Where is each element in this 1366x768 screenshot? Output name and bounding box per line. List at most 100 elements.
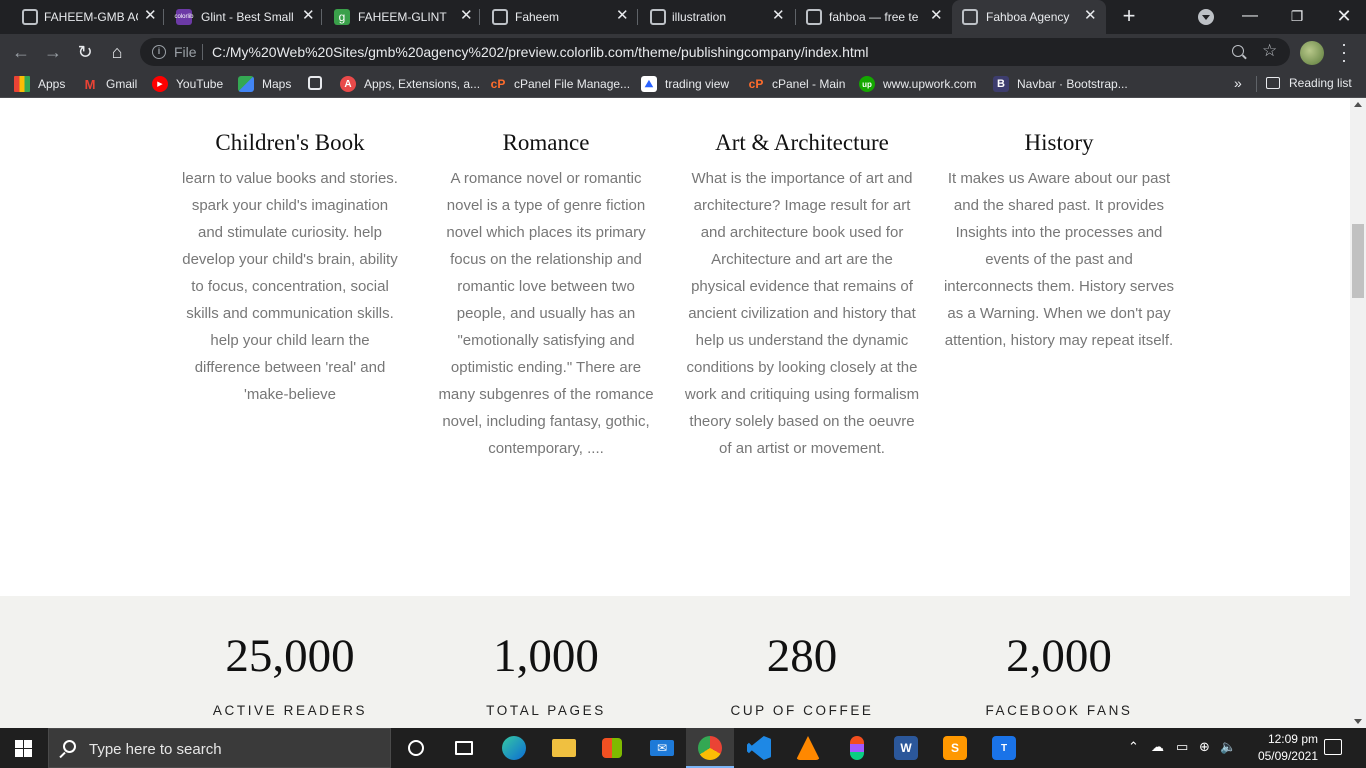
- word-icon[interactable]: W: [882, 728, 930, 768]
- bookmark-cpanel-file-manager[interactable]: cP cPanel File Manage...: [490, 76, 630, 92]
- close-icon[interactable]: ✕: [460, 8, 473, 24]
- close-icon[interactable]: ✕: [1084, 8, 1097, 24]
- bookmark-globe[interactable]: [308, 76, 330, 90]
- tab-faheem-glint[interactable]: g FAHEEM-GLINT ✕: [322, 0, 480, 34]
- tab-fahboa-free[interactable]: fahboa — free te ✕: [796, 0, 952, 34]
- chrome-icon[interactable]: [686, 728, 734, 768]
- cortana-icon[interactable]: [392, 728, 440, 768]
- minimize-button[interactable]: —: [1238, 4, 1262, 28]
- forward-arrow-icon[interactable]: →: [42, 41, 64, 63]
- category-title: Romance: [502, 130, 590, 155]
- edge-icon[interactable]: [490, 728, 538, 768]
- globe-icon: [650, 9, 666, 25]
- tab-illustration[interactable]: illustration ✕: [638, 0, 796, 34]
- home-icon[interactable]: ⌂: [106, 41, 128, 63]
- bookmark-cpanel-main[interactable]: cP cPanel - Main: [748, 76, 846, 92]
- typora-icon[interactable]: T: [980, 728, 1028, 768]
- bookmark-label: Maps: [262, 77, 292, 91]
- show-hidden-icons-chevron-icon[interactable]: ⌃: [1128, 739, 1139, 755]
- tab-search-icon[interactable]: [1198, 9, 1214, 25]
- stat-active-readers: 25,000 ACTIVE READERS: [160, 626, 420, 718]
- category-romance: Romance A romance novel or romantic nove…: [426, 128, 666, 462]
- zoom-icon[interactable]: [1232, 45, 1244, 57]
- bookmark-label: cPanel - Main: [772, 77, 846, 91]
- reload-icon[interactable]: ↻: [74, 41, 96, 63]
- sublime-text-icon[interactable]: S: [931, 728, 979, 768]
- battery-icon[interactable]: ▭: [1176, 739, 1188, 755]
- close-icon[interactable]: ✕: [144, 8, 157, 24]
- upwork-icon: up: [859, 76, 875, 92]
- stat-facebook-fans: 2,000 FACEBOOK FANS: [929, 626, 1189, 718]
- more-menu-icon[interactable]: · · ·: [1336, 35, 1352, 69]
- address-url[interactable]: C:/My%20Web%20Sites/gmb%20agency%202/pre…: [212, 44, 869, 60]
- vscode-icon[interactable]: [735, 728, 783, 768]
- close-icon[interactable]: ✕: [616, 8, 629, 24]
- bookmark-youtube[interactable]: ▶ YouTube: [152, 76, 223, 92]
- restore-button[interactable]: ❐: [1285, 4, 1309, 28]
- back-arrow-icon[interactable]: ←: [10, 41, 32, 63]
- bookmark-maps[interactable]: Maps: [238, 76, 291, 92]
- file-explorer-icon[interactable]: [540, 728, 588, 768]
- category-description: It makes us Aware about our past and the…: [943, 170, 1175, 349]
- close-window-button[interactable]: ✕: [1332, 4, 1356, 28]
- tab-glint[interactable]: colorlib Glint - Best Small ✕: [164, 0, 322, 34]
- reading-list-label: Reading list: [1289, 76, 1352, 90]
- page-scrollbar[interactable]: [1350, 98, 1366, 728]
- close-icon[interactable]: ✕: [930, 8, 943, 24]
- stat-label: FACEBOOK FANS: [985, 703, 1133, 718]
- tab-faheem[interactable]: Faheem ✕: [480, 0, 638, 34]
- category-description: A romance novel or romantic novel is a t…: [438, 170, 654, 457]
- glint-icon: g: [334, 9, 350, 25]
- stat-value: 2,000: [1006, 630, 1112, 682]
- bookmark-apps[interactable]: Apps: [14, 76, 65, 92]
- stat-label: CUP OF COFFEE: [730, 703, 874, 718]
- info-icon[interactable]: i: [152, 45, 166, 59]
- bookmark-bootstrap[interactable]: B Navbar · Bootstrap...: [993, 76, 1128, 92]
- globe-icon: [308, 76, 322, 90]
- bookmark-star-icon[interactable]: ☆: [1262, 41, 1277, 61]
- reading-list-icon: [1266, 77, 1280, 89]
- volume-icon[interactable]: 🔈: [1220, 739, 1236, 755]
- stat-value: 1,000: [493, 630, 599, 682]
- address-bar[interactable]: i File C:/My%20Web%20Sites/gmb%20agency%…: [140, 38, 1290, 66]
- profile-avatar[interactable]: [1300, 41, 1324, 65]
- tab-title: illustration: [672, 10, 727, 24]
- system-clock[interactable]: 12:09 pm 05/09/2021: [1238, 731, 1318, 765]
- bookmark-trading-view[interactable]: ⛰ trading view: [641, 76, 729, 92]
- scroll-up-arrow-icon[interactable]: [1354, 102, 1362, 107]
- taskbar-search-box[interactable]: Type here to search: [48, 728, 391, 768]
- reading-list-button[interactable]: Reading list: [1266, 76, 1352, 90]
- globe-icon: [22, 9, 38, 25]
- clock-time: 12:09 pm: [1267, 732, 1318, 746]
- microsoft-store-icon[interactable]: [588, 728, 636, 768]
- bookmarks-overflow-button[interactable]: »: [1234, 75, 1242, 91]
- category-art-architecture: Art & Architecture What is the importanc…: [682, 128, 922, 462]
- bookmark-label: www.upwork.com: [883, 77, 977, 91]
- tab-faheem-gmb[interactable]: FAHEEM-GMB AG ✕: [0, 0, 164, 34]
- close-icon[interactable]: ✕: [772, 8, 785, 24]
- bookmark-gmail[interactable]: M Gmail: [82, 76, 138, 92]
- windows-start-icon[interactable]: [15, 740, 32, 757]
- mail-icon[interactable]: ✉: [638, 728, 686, 768]
- scroll-down-arrow-icon[interactable]: [1354, 719, 1362, 724]
- close-icon[interactable]: ✕: [302, 8, 315, 24]
- network-globe-icon[interactable]: ⊕: [1199, 739, 1210, 755]
- stat-cup-of-coffee: 280 CUP OF COFFEE: [672, 626, 932, 718]
- stat-total-pages: 1,000 TOTAL PAGES: [416, 626, 676, 718]
- task-view-icon[interactable]: [440, 728, 488, 768]
- new-tab-button[interactable]: +: [1118, 5, 1140, 27]
- category-history: History It makes us Aware about our past…: [939, 128, 1179, 354]
- stat-label: TOTAL PAGES: [486, 703, 606, 718]
- onedrive-cloud-icon[interactable]: ☁: [1151, 739, 1164, 755]
- bookmark-upwork[interactable]: up www.upwork.com: [859, 76, 976, 92]
- scroll-thumb[interactable]: [1352, 224, 1364, 298]
- search-icon: [63, 740, 76, 753]
- youtube-icon: ▶: [152, 76, 168, 92]
- tab-title: FAHEEM-GLINT: [358, 10, 447, 24]
- tab-fahboa-agency[interactable]: Fahboa Agency ✕: [952, 0, 1106, 34]
- address-scheme-label: File: [174, 44, 197, 60]
- notification-center-icon[interactable]: [1324, 739, 1342, 755]
- bookmark-apps-extensions[interactable]: A Apps, Extensions, a...: [340, 76, 480, 92]
- figma-icon[interactable]: [833, 728, 881, 768]
- vlc-icon[interactable]: [784, 728, 832, 768]
